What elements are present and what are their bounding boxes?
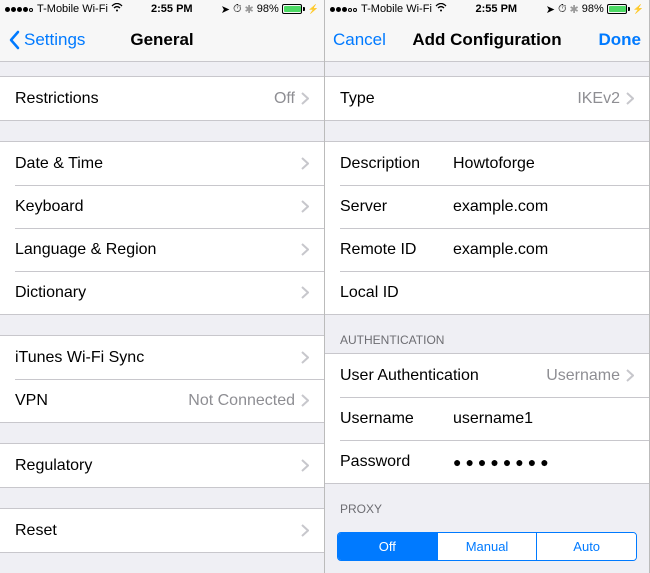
chevron-right-icon <box>626 369 634 382</box>
row-label: Restrictions <box>15 90 99 108</box>
row-user-authentication[interactable]: User Authentication Username <box>325 354 649 397</box>
done-button[interactable]: Done <box>599 30 642 50</box>
row-label: Language & Region <box>15 241 156 259</box>
password-input[interactable]: ●●●●●●●● <box>453 454 634 470</box>
row-date-time[interactable]: Date & Time <box>0 142 324 185</box>
row-restrictions[interactable]: Restrictions Off <box>0 77 324 120</box>
location-icon: ➤ <box>221 3 230 16</box>
row-local-id[interactable]: Local ID <box>325 271 649 314</box>
row-label: VPN <box>15 392 48 410</box>
nav-bar: Cancel Add Configuration Done <box>325 18 649 62</box>
row-language-region[interactable]: Language & Region <box>0 228 324 271</box>
field-label: Local ID <box>340 284 435 302</box>
proxy-off-segment[interactable]: Off <box>338 533 437 560</box>
row-value: Off <box>99 90 295 108</box>
battery-icon <box>282 4 305 14</box>
chevron-left-icon <box>8 30 20 50</box>
alarm-icon: ⏱ <box>558 3 567 16</box>
remote-id-input[interactable]: example.com <box>453 241 634 259</box>
wifi-icon <box>111 3 123 15</box>
clock-label: 2:55 PM <box>151 3 193 15</box>
row-label: iTunes Wi-Fi Sync <box>15 349 144 367</box>
row-regulatory[interactable]: Regulatory <box>0 444 324 487</box>
row-label: Date & Time <box>15 155 103 173</box>
row-description[interactable]: Description Howtoforge <box>325 142 649 185</box>
battery-icon <box>607 4 630 14</box>
charging-icon: ⚡ <box>633 4 644 15</box>
settings-list[interactable]: Restrictions Off Date & Time Keyboard La… <box>0 62 324 573</box>
nav-bar: Settings General <box>0 18 324 62</box>
chevron-right-icon <box>301 459 309 472</box>
chevron-right-icon <box>301 157 309 170</box>
username-input[interactable]: username1 <box>453 410 634 428</box>
status-bar: T-Mobile Wi-Fi 2:55 PM ➤ ⏱ ✱ 98% ⚡ <box>325 0 649 18</box>
row-dictionary[interactable]: Dictionary <box>0 271 324 314</box>
row-label: Keyboard <box>15 198 84 216</box>
field-label: Remote ID <box>340 241 435 259</box>
cancel-button[interactable]: Cancel <box>333 30 386 50</box>
bluetooth-icon: ✱ <box>245 3 254 16</box>
row-value: Not Connected <box>48 392 295 410</box>
row-value: Username <box>479 367 620 385</box>
charging-icon: ⚡ <box>308 4 319 15</box>
chevron-right-icon <box>301 243 309 256</box>
status-bar: T-Mobile Wi-Fi 2:55 PM ➤ ⏱ ✱ 98% ⚡ <box>0 0 324 18</box>
proxy-manual-segment[interactable]: Manual <box>437 533 537 560</box>
description-input[interactable]: Howtoforge <box>453 155 634 173</box>
row-password[interactable]: Password ●●●●●●●● <box>325 440 649 483</box>
location-icon: ➤ <box>546 3 555 16</box>
row-username[interactable]: Username username1 <box>325 397 649 440</box>
screen-general: T-Mobile Wi-Fi 2:55 PM ➤ ⏱ ✱ 98% ⚡ Setti… <box>0 0 325 573</box>
alarm-icon: ⏱ <box>233 3 242 16</box>
row-vpn[interactable]: VPN Not Connected <box>0 379 324 422</box>
done-label: Done <box>599 30 642 50</box>
row-type[interactable]: Type IKEv2 <box>325 77 649 120</box>
signal-dots-icon <box>5 3 34 15</box>
chevron-right-icon <box>301 394 309 407</box>
battery-percent: 98% <box>257 3 279 15</box>
section-header-authentication: Authentication <box>325 315 649 353</box>
cancel-label: Cancel <box>333 30 386 50</box>
chevron-right-icon <box>301 200 309 213</box>
row-label: Regulatory <box>15 457 92 475</box>
back-label: Settings <box>24 30 85 50</box>
proxy-segmented-control[interactable]: Off Manual Auto <box>337 532 637 561</box>
proxy-auto-segment[interactable]: Auto <box>536 533 636 560</box>
row-remote-id[interactable]: Remote ID example.com <box>325 228 649 271</box>
row-value: IKEv2 <box>375 90 620 108</box>
field-label: Username <box>340 410 435 428</box>
row-label: User Authentication <box>340 367 479 385</box>
wifi-icon <box>435 3 447 15</box>
signal-dots-icon <box>330 3 358 15</box>
field-label: Server <box>340 198 435 216</box>
clock-label: 2:55 PM <box>476 3 518 15</box>
chevron-right-icon <box>301 524 309 537</box>
field-label: Password <box>340 453 435 471</box>
carrier-label: T-Mobile Wi-Fi <box>361 3 432 15</box>
row-server[interactable]: Server example.com <box>325 185 649 228</box>
bluetooth-icon: ✱ <box>570 3 579 16</box>
row-reset[interactable]: Reset <box>0 509 324 552</box>
back-button[interactable]: Settings <box>8 30 85 50</box>
row-keyboard[interactable]: Keyboard <box>0 185 324 228</box>
battery-percent: 98% <box>582 3 604 15</box>
row-label: Type <box>340 90 375 108</box>
section-header-proxy: Proxy <box>325 484 649 522</box>
chevron-right-icon <box>301 92 309 105</box>
chevron-right-icon <box>301 351 309 364</box>
row-label: Dictionary <box>15 284 86 302</box>
row-label: Reset <box>15 522 57 540</box>
server-input[interactable]: example.com <box>453 198 634 216</box>
screen-add-configuration: T-Mobile Wi-Fi 2:55 PM ➤ ⏱ ✱ 98% ⚡ Cance… <box>325 0 650 573</box>
carrier-label: T-Mobile Wi-Fi <box>37 3 108 15</box>
chevron-right-icon <box>301 286 309 299</box>
field-label: Description <box>340 155 435 173</box>
chevron-right-icon <box>626 92 634 105</box>
config-form[interactable]: Type IKEv2 Description Howtoforge Server… <box>325 62 649 573</box>
row-itunes-wifi-sync[interactable]: iTunes Wi-Fi Sync <box>0 336 324 379</box>
